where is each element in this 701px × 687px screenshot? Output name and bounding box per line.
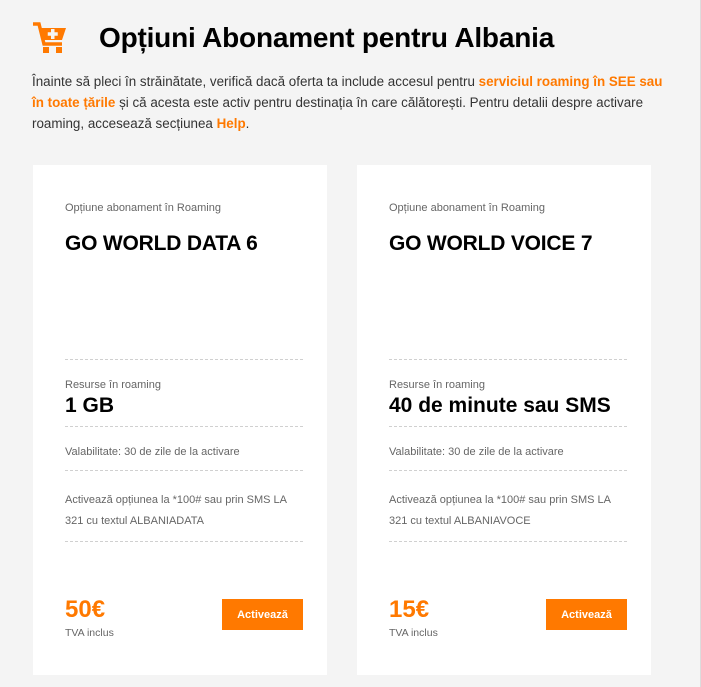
divider bbox=[65, 470, 303, 471]
vat-note: TVA inclus bbox=[65, 627, 114, 639]
option-name: GO WORLD DATA 6 bbox=[65, 232, 258, 255]
intro-text: Înainte să pleci în străinătate, verific… bbox=[32, 74, 479, 89]
price: 15€ bbox=[389, 596, 430, 623]
option-name: GO WORLD VOICE 7 bbox=[389, 232, 593, 255]
resources-value: 1 GB bbox=[65, 394, 115, 417]
validity-text: Valabilitate: 30 de zile de la activare bbox=[65, 446, 240, 458]
validity-text: Valabilitate: 30 de zile de la activare bbox=[389, 446, 564, 458]
cart-plus-icon bbox=[32, 20, 68, 56]
intro-paragraph: Înainte să pleci în străinătate, verific… bbox=[32, 71, 672, 134]
resources-label: Resurse în roaming bbox=[65, 379, 161, 391]
activate-button[interactable]: Activează bbox=[222, 599, 303, 630]
page-title: Opțiuni Abonament pentru Albania bbox=[99, 22, 555, 53]
intro-text: și că acesta este activ pentru destinați… bbox=[32, 95, 644, 131]
page-header: Opțiuni Abonament pentru Albania bbox=[32, 18, 554, 58]
offer-card-data: Opțiune abonament în Roaming GO WORLD DA… bbox=[33, 165, 327, 675]
option-label: Opțiune abonament în Roaming bbox=[65, 202, 221, 214]
vat-note: TVA inclus bbox=[389, 627, 438, 639]
divider bbox=[389, 359, 627, 360]
resources-value: 40 de minute sau SMS bbox=[389, 394, 611, 417]
divider bbox=[65, 541, 303, 542]
intro-text: . bbox=[245, 116, 250, 131]
activation-instructions: Activează opțiunea la *100# sau prin SMS… bbox=[65, 494, 287, 527]
divider bbox=[389, 541, 627, 542]
divider bbox=[65, 426, 303, 427]
offer-card-voice: Opțiune abonament în Roaming GO WORLD VO… bbox=[357, 165, 651, 675]
divider bbox=[389, 470, 627, 471]
activate-button[interactable]: Activează bbox=[546, 599, 627, 630]
activation-instructions: Activează opțiunea la *100# sau prin SMS… bbox=[389, 494, 611, 527]
help-link[interactable]: Help bbox=[217, 116, 246, 131]
resources-label: Resurse în roaming bbox=[389, 379, 485, 391]
price: 50€ bbox=[65, 596, 106, 623]
divider bbox=[65, 359, 303, 360]
option-label: Opțiune abonament în Roaming bbox=[389, 202, 545, 214]
divider bbox=[389, 426, 627, 427]
